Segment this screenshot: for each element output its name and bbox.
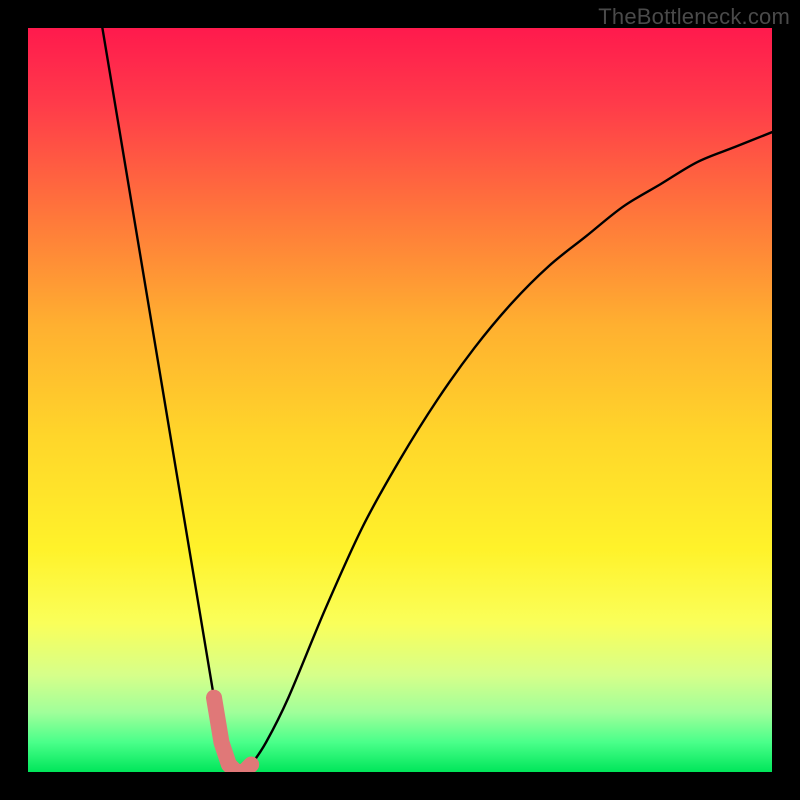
watermark-text: TheBottleneck.com — [598, 4, 790, 30]
chart-plot-area — [28, 28, 772, 772]
bottleneck-curve — [28, 28, 772, 772]
